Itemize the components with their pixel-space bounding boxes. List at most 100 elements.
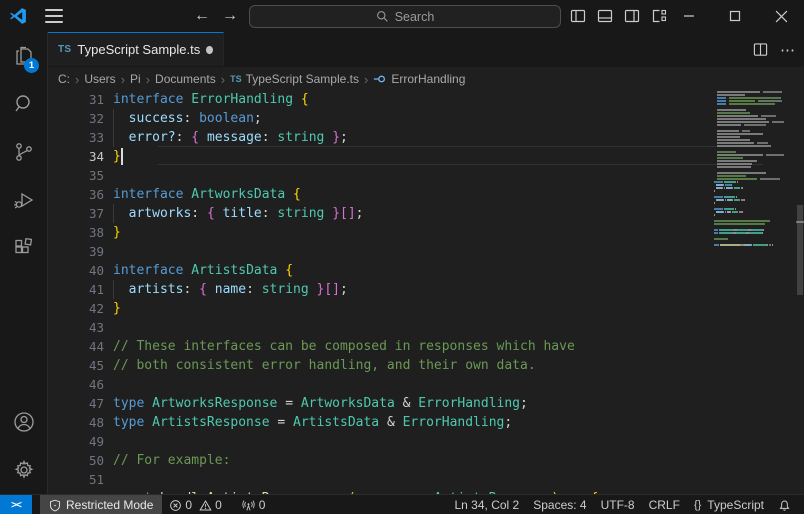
problems-item[interactable]: 0 0 <box>162 495 228 514</box>
text-cursor <box>121 148 123 165</box>
braces-icon: {} <box>694 499 701 511</box>
code-line[interactable]: 35 <box>48 166 804 185</box>
restricted-mode-item[interactable]: Restricted Mode <box>40 495 162 514</box>
scrollbar-slider[interactable] <box>797 205 803 295</box>
cursor-position-item[interactable]: Ln 34, Col 2 <box>448 495 527 514</box>
notifications-item[interactable] <box>771 495 798 514</box>
editor-more-actions-icon[interactable]: ⋯ <box>780 41 796 59</box>
line-number[interactable]: 45 <box>48 356 104 375</box>
code-line[interactable]: 48type ArtistsResponse = ArtistsData & E… <box>48 413 804 432</box>
breadcrumb-item[interactable]: C: <box>58 72 70 86</box>
code-line[interactable]: 47 type ArtworksResponse = ArtworksData &… <box>48 394 804 413</box>
line-number[interactable]: 41 <box>48 280 104 299</box>
eol-item[interactable]: CRLF <box>642 495 687 514</box>
line-number[interactable]: 40 <box>48 261 104 280</box>
remote-indicator[interactable]: >< <box>0 495 32 514</box>
code-line[interactable]: 33 error?: { message: string }; <box>48 128 804 147</box>
search-sidebar-icon[interactable] <box>0 80 47 128</box>
breadcrumb-item[interactable]: Documents <box>155 72 216 86</box>
line-number[interactable]: 35 <box>48 166 104 185</box>
line-number[interactable]: 50 <box>48 451 104 470</box>
code-line[interactable]: 43 <box>48 318 804 337</box>
extensions-icon[interactable] <box>0 224 47 272</box>
breadcrumb-separator-icon: › <box>75 72 79 87</box>
line-number[interactable]: 48 <box>48 413 104 432</box>
line-number[interactable]: 42 <box>48 299 104 318</box>
code-line[interactable]: 50// For example: <box>48 451 804 470</box>
nav-back-button[interactable]: ← <box>190 3 214 29</box>
split-editor-icon[interactable] <box>753 42 768 57</box>
code-line[interactable]: 40interface ArtistsData { <box>48 261 804 280</box>
code-line[interactable]: 31interface ErrorHandling { <box>48 91 804 109</box>
line-number[interactable]: 37 <box>48 204 104 223</box>
line-number[interactable]: 51 <box>48 470 104 489</box>
line-number[interactable]: 32 <box>48 109 104 128</box>
search-command-center[interactable]: Search <box>249 5 561 28</box>
nav-forward-button[interactable]: → <box>218 3 242 29</box>
breadcrumb-item[interactable]: TSTypeScript Sample.ts <box>230 72 359 86</box>
line-number[interactable]: 39 <box>48 242 104 261</box>
minimap-row <box>714 103 796 105</box>
code-line-text: } <box>113 147 121 166</box>
code-line[interactable]: 44// These interfaces can be composed in… <box>48 337 804 356</box>
code-line[interactable]: 45// both consistent error handling, and… <box>48 356 804 375</box>
accounts-icon[interactable] <box>0 398 47 446</box>
indent-guide <box>113 204 114 223</box>
code-line[interactable]: 41 artists: { name: string }[]; <box>48 280 804 299</box>
code-line-text: type ArtworksResponse = ArtworksData & E… <box>113 394 528 413</box>
code-line[interactable]: 38} <box>48 223 804 242</box>
breadcrumb-item[interactable]: ErrorHandling <box>373 72 465 86</box>
explorer-icon[interactable]: 1 <box>0 32 47 80</box>
code-line[interactable]: 46 <box>48 375 804 394</box>
code-editor[interactable]: 31interface ErrorHandling {32 success: b… <box>48 91 804 494</box>
encoding-item[interactable]: UTF-8 <box>594 495 642 514</box>
minimap-row <box>714 220 796 222</box>
minimap[interactable] <box>714 91 796 494</box>
line-number[interactable]: 38 <box>48 223 104 242</box>
line-number[interactable]: 33 <box>48 128 104 147</box>
run-debug-icon[interactable] <box>0 176 47 224</box>
ports-item[interactable]: 0 <box>235 495 273 514</box>
menu-hamburger-icon[interactable] <box>45 9 63 23</box>
language-mode-item[interactable]: {} TypeScript <box>687 495 771 514</box>
code-line[interactable]: 42} <box>48 299 804 318</box>
radio-tower-icon <box>242 499 255 512</box>
minimap-row <box>714 97 796 99</box>
code-line[interactable]: 32 success: boolean; <box>48 109 804 128</box>
line-number[interactable]: 34 <box>48 147 104 166</box>
line-number[interactable]: 31 <box>48 91 104 109</box>
code-line[interactable]: 37 artworks: { title: string }[]; <box>48 204 804 223</box>
minimap-row <box>714 193 796 195</box>
toggle-secondary-sidebar-icon[interactable] <box>624 8 640 24</box>
window-close-button[interactable] <box>758 0 804 32</box>
typescript-file-icon: TS <box>230 74 242 84</box>
window-minimize-button[interactable] <box>666 0 712 32</box>
window-maximize-button[interactable] <box>712 0 758 32</box>
line-number[interactable]: 43 <box>48 318 104 337</box>
tab-typescript-sample[interactable]: TS TypeScript Sample.ts <box>48 32 224 66</box>
minimap-row <box>714 160 796 162</box>
editor-scrollbar[interactable] <box>796 91 804 494</box>
toggle-primary-sidebar-icon[interactable] <box>570 8 586 24</box>
indentation-item[interactable]: Spaces: 4 <box>526 495 593 514</box>
line-number[interactable]: 49 <box>48 432 104 451</box>
line-number[interactable]: 36 <box>48 185 104 204</box>
code-line[interactable]: 36interface ArtworksData { <box>48 185 804 204</box>
indent-guide <box>113 128 114 147</box>
settings-gear-icon[interactable] <box>0 446 47 494</box>
line-number[interactable]: 47 <box>48 394 104 413</box>
tab-label: TypeScript Sample.ts <box>77 42 200 57</box>
code-line[interactable]: 49 <box>48 432 804 451</box>
line-number[interactable]: 46 <box>48 375 104 394</box>
source-control-icon[interactable] <box>0 128 47 176</box>
code-line[interactable]: 39 <box>48 242 804 261</box>
code-line[interactable]: 51 <box>48 470 804 489</box>
code-line[interactable]: 34} <box>48 147 804 166</box>
customize-layout-icon[interactable] <box>651 8 667 24</box>
breadcrumb-item[interactable]: Pi <box>130 72 141 86</box>
breadcrumb-item[interactable]: Users <box>84 72 115 86</box>
minimap-row <box>714 91 796 93</box>
line-number[interactable]: 44 <box>48 337 104 356</box>
toggle-panel-icon[interactable] <box>597 8 613 24</box>
modified-dot-icon[interactable] <box>206 46 213 54</box>
